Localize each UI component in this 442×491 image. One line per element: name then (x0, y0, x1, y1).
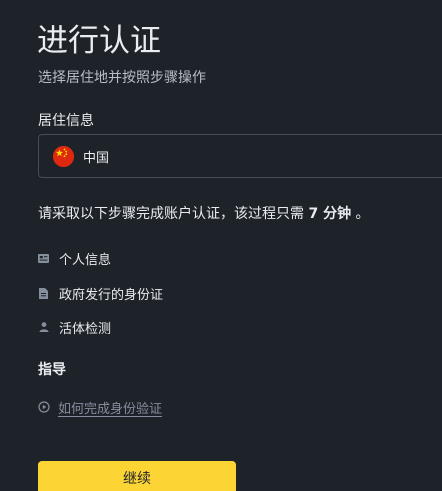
page-title: 进行认证 (37, 23, 161, 59)
play-circle-icon (38, 401, 50, 413)
step-label: 政府发行的身份证 (59, 287, 164, 303)
step-label: 活体检测 (59, 321, 112, 337)
step-personal-info: 个人信息 (38, 249, 112, 268)
guide-link[interactable]: 如何完成身份验证 (38, 398, 163, 417)
guide-title: 指导 (38, 362, 66, 378)
step-government-id: 政府发行的身份证 (38, 284, 164, 303)
person-icon (38, 322, 49, 333)
page-subtitle: 选择居住地并按照步骤操作 (38, 70, 206, 86)
china-flag-icon (53, 145, 74, 167)
intro-text: 请采取以下步骤完成账户认证，该过程只需 7 分钟 。 (38, 206, 370, 222)
document-icon (38, 287, 49, 299)
residence-label: 居住信息 (38, 113, 94, 129)
duration-value: 7 分钟 (308, 206, 352, 222)
country-name: 中国 (83, 150, 110, 166)
step-label: 个人信息 (59, 252, 112, 268)
id-card-icon (38, 253, 49, 264)
country-select[interactable]: 中国 (38, 134, 442, 178)
guide-link-label: 如何完成身份验证 (58, 401, 163, 417)
continue-button[interactable]: 继续 (38, 461, 236, 491)
step-liveness-check: 活体检测 (38, 318, 112, 337)
